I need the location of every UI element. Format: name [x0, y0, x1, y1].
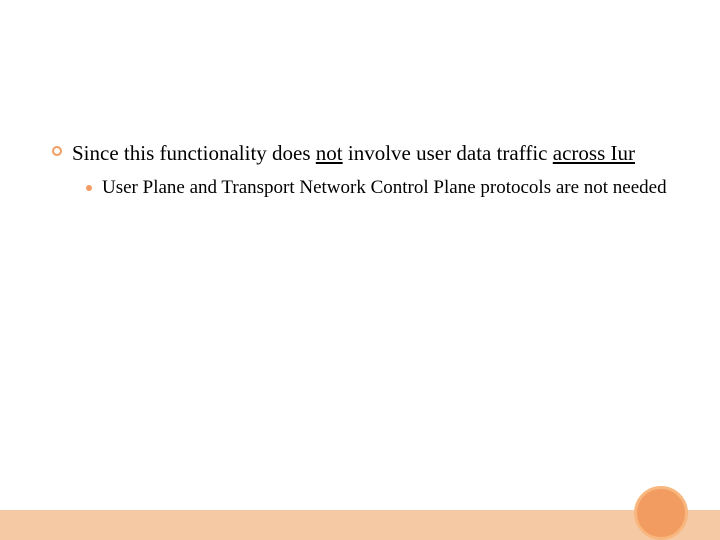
- underlined-text: across Iur: [553, 141, 635, 165]
- list-item-text: Since this functionality does not involv…: [72, 140, 680, 166]
- sub-list: User Plane and Transport Network Control…: [86, 176, 680, 201]
- dot-bullet-icon: [86, 185, 92, 191]
- list-item: User Plane and Transport Network Control…: [86, 176, 680, 201]
- decorative-circle-icon: [634, 486, 688, 540]
- text-segment: involve user data traffic: [343, 141, 553, 165]
- list-item: Since this functionality does not involv…: [52, 140, 680, 166]
- sub-item-text: User Plane and Transport Network Control…: [102, 176, 680, 201]
- footer-bar: [0, 510, 720, 540]
- slide: Since this functionality does not involv…: [0, 0, 720, 540]
- text-segment: Since this functionality does: [72, 141, 316, 165]
- ring-bullet-icon: [52, 146, 62, 156]
- content-block: Since this functionality does not involv…: [52, 140, 680, 201]
- underlined-text: not: [316, 141, 343, 165]
